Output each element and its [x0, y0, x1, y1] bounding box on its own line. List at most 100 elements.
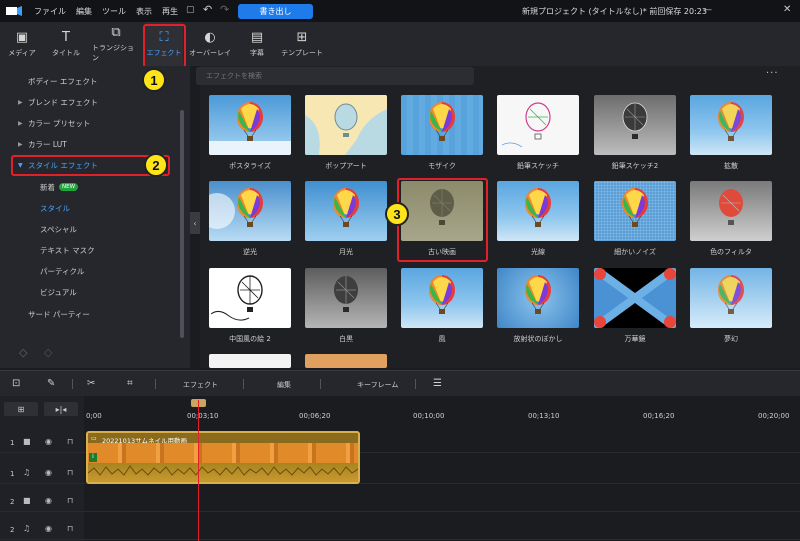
effect-wind[interactable]: 風	[401, 268, 483, 343]
undo-icon[interactable]: ↶	[203, 3, 212, 16]
track-row-audio-2: 2 ♫ ◉ ⊓	[0, 518, 800, 540]
highlight-box-old-film	[397, 178, 488, 262]
eye-icon[interactable]: ◉	[45, 496, 52, 505]
menu-file[interactable]: ファイル	[34, 6, 66, 17]
timeline-toolbar: ⊡ ✎ ✂ ⌗ エフェクト 編集 キーフレーム ☰	[0, 370, 800, 396]
collapse-sidebar-button[interactable]: ‹	[190, 212, 200, 234]
effect-light-ray[interactable]: 光線	[497, 181, 579, 256]
sidebar-item-color-preset[interactable]: ▶ カラー プリセット	[0, 114, 185, 132]
ruler-time-label: 00;06;20	[299, 412, 331, 420]
sidebar-item-new[interactable]: 新着 NEW	[0, 178, 185, 196]
minimize-icon[interactable]: —	[703, 5, 712, 15]
timeline-keyframe-button[interactable]: キーフレーム	[357, 380, 398, 390]
chevron-right-icon: ▶	[18, 119, 23, 127]
effect-color-filter[interactable]: 色のフィルタ	[690, 181, 772, 256]
scissors-icon[interactable]: ✂	[87, 378, 95, 389]
fit-timeline-button[interactable]: ▸|◂	[44, 402, 78, 416]
speaker-icon[interactable]: ◉	[45, 524, 52, 533]
speaker-icon[interactable]: ◉	[45, 468, 52, 477]
effect-thumbnail-partial[interactable]	[209, 354, 291, 368]
effect-dream[interactable]: 夢幻	[690, 268, 772, 343]
list-icon[interactable]: ☰	[433, 378, 442, 389]
effect-pencil-sketch[interactable]: 鉛筆スケッチ	[497, 95, 579, 170]
effect-thumbnail	[594, 95, 676, 155]
effect-backlight[interactable]: 逆光	[209, 181, 291, 256]
app-logo-icon	[0, 0, 28, 22]
tab-media[interactable]: ▣ メディア	[5, 22, 39, 66]
tab-transition[interactable]: ⧉ トランジション	[92, 22, 140, 66]
effect-pop-art[interactable]: ポップアート	[305, 95, 387, 170]
video-clip[interactable]: ▭ 20221013サムネイル用動画 i	[86, 431, 360, 484]
effect-label: ポップアート	[325, 162, 367, 170]
effect-thumbnail	[594, 268, 676, 328]
menu-view[interactable]: 表示	[136, 6, 152, 17]
tab-overlay[interactable]: ◐ オーバーレイ	[189, 22, 231, 66]
lock-icon[interactable]: ⊓	[67, 437, 73, 446]
media-icon: ▣	[15, 29, 29, 45]
effect-moonlight[interactable]: 月光	[305, 181, 387, 256]
effect-thumbnail	[209, 268, 291, 328]
effect-thumbnail-partial[interactable]	[305, 354, 387, 368]
module-tabbar: ▣ メディア T タイトル ⧉ トランジション ⛶ エフェクト ◐ オーバーレイ…	[0, 22, 800, 66]
effect-radial-blur[interactable]: 放射状のぼかし	[497, 268, 579, 343]
tab-subtitle[interactable]: ▤ 字幕	[243, 22, 271, 66]
divider	[155, 379, 156, 389]
effect-label: ポスタライズ	[229, 162, 271, 170]
timeline-edit-button[interactable]: 編集	[277, 380, 291, 390]
crop-icon[interactable]: ⌗	[127, 378, 133, 389]
audio-track-icon: ♫	[23, 524, 31, 533]
effect-diffuse[interactable]: 拡散	[690, 95, 772, 170]
ruler-time-label: 00;03;10	[187, 412, 219, 420]
lock-icon[interactable]: ⊓	[67, 524, 73, 533]
clip-thumbnails	[88, 443, 358, 463]
pen-icon[interactable]: ✎	[47, 378, 55, 389]
effect-thumbnail	[305, 95, 387, 155]
effect-black-white[interactable]: 白黒	[305, 268, 387, 343]
sidebar-item-style[interactable]: スタイル	[0, 199, 185, 217]
redo-icon[interactable]: ↷	[220, 3, 229, 16]
playhead[interactable]	[198, 400, 199, 541]
effect-mosaic[interactable]: モザイク	[401, 95, 483, 170]
effect-label: モザイク	[428, 162, 456, 170]
tab-template[interactable]: ⊞ テンプレート	[281, 22, 323, 66]
storyboard-icon[interactable]: ⊡	[12, 378, 20, 389]
effect-chinese-painting-2[interactable]: 中国風の絵 2	[209, 268, 291, 343]
new-file-icon[interactable]: ▢	[186, 5, 195, 15]
effect-thumbnail	[690, 268, 772, 328]
lock-icon[interactable]: ⊓	[67, 468, 73, 477]
sidebar-item-text-mask[interactable]: テキスト マスク	[0, 241, 185, 259]
more-options-icon[interactable]: ···	[766, 68, 779, 79]
remove-tag-icon[interactable]: ◇	[44, 346, 52, 359]
sidebar-scrollbar[interactable]	[180, 110, 184, 338]
menu-play[interactable]: 再生	[162, 6, 178, 17]
effect-kaleidoscope[interactable]: 万華鏡	[594, 268, 676, 343]
sidebar-item-blend-effect[interactable]: ▶ ブレンド エフェクト	[0, 93, 185, 111]
add-tag-icon[interactable]: ◇	[19, 346, 27, 359]
chevron-right-icon: ▶	[18, 98, 23, 106]
sidebar-item-color-lut[interactable]: ▶ カラー LUT	[0, 135, 185, 153]
new-badge: NEW	[59, 183, 79, 191]
annotation-badge-1: 1	[142, 68, 166, 92]
lock-icon[interactable]: ⊓	[67, 496, 73, 505]
close-icon[interactable]: ✕	[783, 4, 791, 15]
search-input[interactable]	[196, 67, 474, 85]
effect-label: 色のフィルタ	[710, 248, 752, 256]
menu-tools[interactable]: ツール	[102, 6, 126, 17]
video-track-icon: ■	[23, 437, 31, 446]
sidebar-item-particle[interactable]: パーティクル	[0, 262, 185, 280]
track-manager-button[interactable]: ⊞	[4, 402, 38, 416]
effect-fine-noise[interactable]: 細かいノイズ	[594, 181, 676, 256]
sidebar-item-special[interactable]: スペシャル	[0, 220, 185, 238]
eye-icon[interactable]: ◉	[45, 437, 52, 446]
effect-pencil-sketch-2[interactable]: 鉛筆スケッチ2	[594, 95, 676, 170]
effect-thumbnail	[690, 181, 772, 241]
timeline-effect-button[interactable]: エフェクト	[183, 380, 218, 390]
sidebar-item-third-party[interactable]: サード パーティー	[0, 305, 185, 323]
effect-thumbnail	[209, 181, 291, 241]
menu-edit[interactable]: 編集	[76, 6, 92, 17]
effect-posterize[interactable]: ポスタライズ	[209, 95, 291, 170]
export-button[interactable]: 書き出し	[238, 4, 313, 19]
sidebar-item-visual[interactable]: ビジュアル	[0, 283, 185, 301]
tab-title[interactable]: T タイトル	[48, 22, 84, 66]
ruler-time-label: 00;16;20	[643, 412, 675, 420]
